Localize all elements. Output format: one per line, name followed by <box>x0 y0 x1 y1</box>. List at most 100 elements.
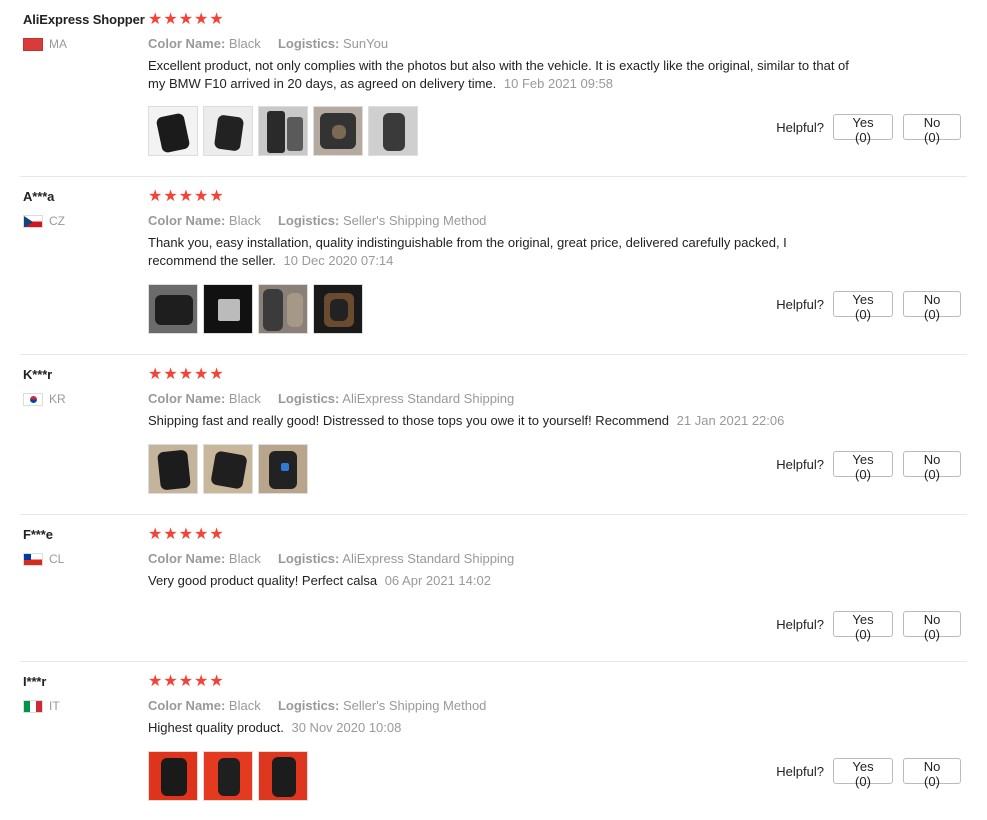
reviewer-country: MA <box>23 37 148 51</box>
country-code: CZ <box>49 214 65 228</box>
review-photo-thumbnail[interactable] <box>313 284 363 334</box>
review-item: I***r IT ★ ★ ★ ★ ★ Color Name: Black Logisti… <box>20 662 967 820</box>
helpful-label: Helpful? <box>776 119 824 135</box>
review-photo-thumbnail[interactable] <box>148 284 198 334</box>
country-code: KR <box>49 392 66 406</box>
star-icon: ★ <box>148 673 163 690</box>
review-date: 06 Apr 2021 14:02 <box>384 573 491 588</box>
color-name-label: Color Name: <box>148 698 226 713</box>
review-content: ★ ★ ★ ★ ★ Color Name: Black Logistics: AliEx… <box>148 527 967 590</box>
review-body: Thank you, easy installation, quality in… <box>148 235 787 268</box>
review-photo-thumbnail[interactable] <box>203 284 253 334</box>
review-photo-thumbnail[interactable] <box>258 751 308 801</box>
star-icon: ★ <box>209 11 224 28</box>
reviewer-info: A***a CZ <box>23 189 148 228</box>
star-icon: ★ <box>148 366 163 383</box>
review-photo-thumbnail[interactable] <box>203 106 253 156</box>
yes-vote-button[interactable]: Yes (0) <box>833 291 893 322</box>
review-body: Very good product quality! Perfect calsa <box>148 573 378 588</box>
review-photo-thumbnail[interactable] <box>258 284 308 334</box>
review-photos <box>148 284 368 334</box>
helpful-vote: Helpful? Yes (0) No (0) <box>776 611 961 642</box>
star-icon: ★ <box>209 188 224 205</box>
review-item: K***r KR ★ ★ ★ ★ ★ Color Name: Black Logisti… <box>20 355 967 515</box>
review-item: F***e CL ★ ★ ★ ★ ★ Color Name: Black Logisti… <box>20 515 967 662</box>
review-photo-thumbnail[interactable] <box>258 106 308 156</box>
flag-icon <box>23 392 43 406</box>
helpful-label: Helpful? <box>776 616 824 632</box>
review-photo-thumbnail[interactable] <box>148 106 198 156</box>
review-photo-thumbnail[interactable] <box>203 751 253 801</box>
star-icon: ★ <box>163 366 178 383</box>
star-icon: ★ <box>148 11 163 28</box>
feedback-list: AliExpress Shopper MA ★ ★ ★ ★ ★ Color Name: … <box>0 0 987 820</box>
no-vote-button[interactable]: No (0) <box>903 451 961 482</box>
star-icon: ★ <box>163 526 178 543</box>
no-vote-button[interactable]: No (0) <box>903 291 961 322</box>
yes-vote-button[interactable]: Yes (0) <box>833 758 893 789</box>
star-icon: ★ <box>178 526 194 543</box>
logistics-value: AliExpress Standard Shipping <box>342 551 515 566</box>
review-photo-thumbnail[interactable] <box>148 751 198 801</box>
reviewer-info: K***r KR <box>23 367 148 406</box>
yes-vote-button[interactable]: Yes (0) <box>833 611 893 642</box>
helpful-label: Helpful? <box>776 296 824 312</box>
no-vote-button[interactable]: No (0) <box>903 611 961 642</box>
review-photos <box>148 751 313 801</box>
reviewer-country: CL <box>23 552 148 566</box>
review-content: ★ ★ ★ ★ ★ Color Name: Black Logistics: SunYo… <box>148 12 967 93</box>
review-photo-thumbnail[interactable] <box>313 106 363 156</box>
flag-icon <box>23 552 43 566</box>
star-icon: ★ <box>194 526 209 543</box>
helpful-vote: Helpful? Yes (0) No (0) <box>776 114 961 145</box>
review-date: 21 Jan 2021 22:06 <box>676 413 785 428</box>
order-info: Color Name: Black Logistics: AliExpress … <box>148 391 967 406</box>
review-photo-thumbnail[interactable] <box>148 444 198 494</box>
star-rating: ★ ★ ★ ★ ★ <box>148 367 967 383</box>
reviewer-country: CZ <box>23 214 148 228</box>
color-name-label: Color Name: <box>148 551 226 566</box>
review-photo-thumbnail[interactable] <box>258 444 308 494</box>
color-name-value: Black <box>228 213 261 228</box>
reviewer-name: F***e <box>23 527 53 542</box>
no-vote-button[interactable]: No (0) <box>903 758 961 789</box>
star-icon: ★ <box>148 526 163 543</box>
review-body: Shipping fast and really good! Distresse… <box>148 413 670 428</box>
order-info: Color Name: Black Logistics: Seller's Sh… <box>148 698 967 713</box>
no-vote-button[interactable]: No (0) <box>903 114 961 145</box>
star-rating: ★ ★ ★ ★ ★ <box>148 12 967 28</box>
reviewer-country: KR <box>23 392 148 406</box>
review-date: 10 Dec 2020 07:14 <box>283 253 394 268</box>
star-rating: ★ ★ ★ ★ ★ <box>148 189 967 205</box>
star-icon: ★ <box>163 11 178 28</box>
flag-icon <box>23 37 43 51</box>
flag-icon <box>23 699 43 713</box>
review-item: A***a CZ ★ ★ ★ ★ ★ Color Name: Black Logisti… <box>20 177 967 355</box>
review-photos <box>148 106 423 156</box>
review-item: AliExpress Shopper MA ★ ★ ★ ★ ★ Color Name: … <box>20 0 967 177</box>
review-text: Shipping fast and really good! Distresse… <box>148 412 853 430</box>
helpful-label: Helpful? <box>776 763 824 779</box>
logistics-label: Logistics: <box>277 391 340 406</box>
logistics-value: Seller's Shipping Method <box>343 213 487 228</box>
review-photo-thumbnail[interactable] <box>203 444 253 494</box>
review-content: ★ ★ ★ ★ ★ Color Name: Black Logistics: Selle… <box>148 189 967 270</box>
reviewer-info: I***r IT <box>23 674 148 713</box>
logistics-value: Seller's Shipping Method <box>343 698 487 713</box>
review-body: Highest quality product. <box>148 720 284 735</box>
logistics-label: Logistics: <box>277 698 340 713</box>
yes-vote-button[interactable]: Yes (0) <box>833 451 893 482</box>
review-photos <box>148 444 313 494</box>
helpful-label: Helpful? <box>776 456 824 472</box>
helpful-vote: Helpful? Yes (0) No (0) <box>776 291 961 322</box>
yes-vote-button[interactable]: Yes (0) <box>833 114 893 145</box>
reviewer-info: AliExpress Shopper MA <box>23 12 148 51</box>
reviewer-name: AliExpress Shopper <box>23 12 145 27</box>
country-code: MA <box>49 37 67 51</box>
review-text: Excellent product, not only complies wit… <box>148 57 853 93</box>
reviewer-name: A***a <box>23 189 55 204</box>
logistics-label: Logistics: <box>277 213 340 228</box>
review-photo-thumbnail[interactable] <box>368 106 418 156</box>
star-icon: ★ <box>163 673 178 690</box>
order-info: Color Name: Black Logistics: Seller's Sh… <box>148 213 967 228</box>
